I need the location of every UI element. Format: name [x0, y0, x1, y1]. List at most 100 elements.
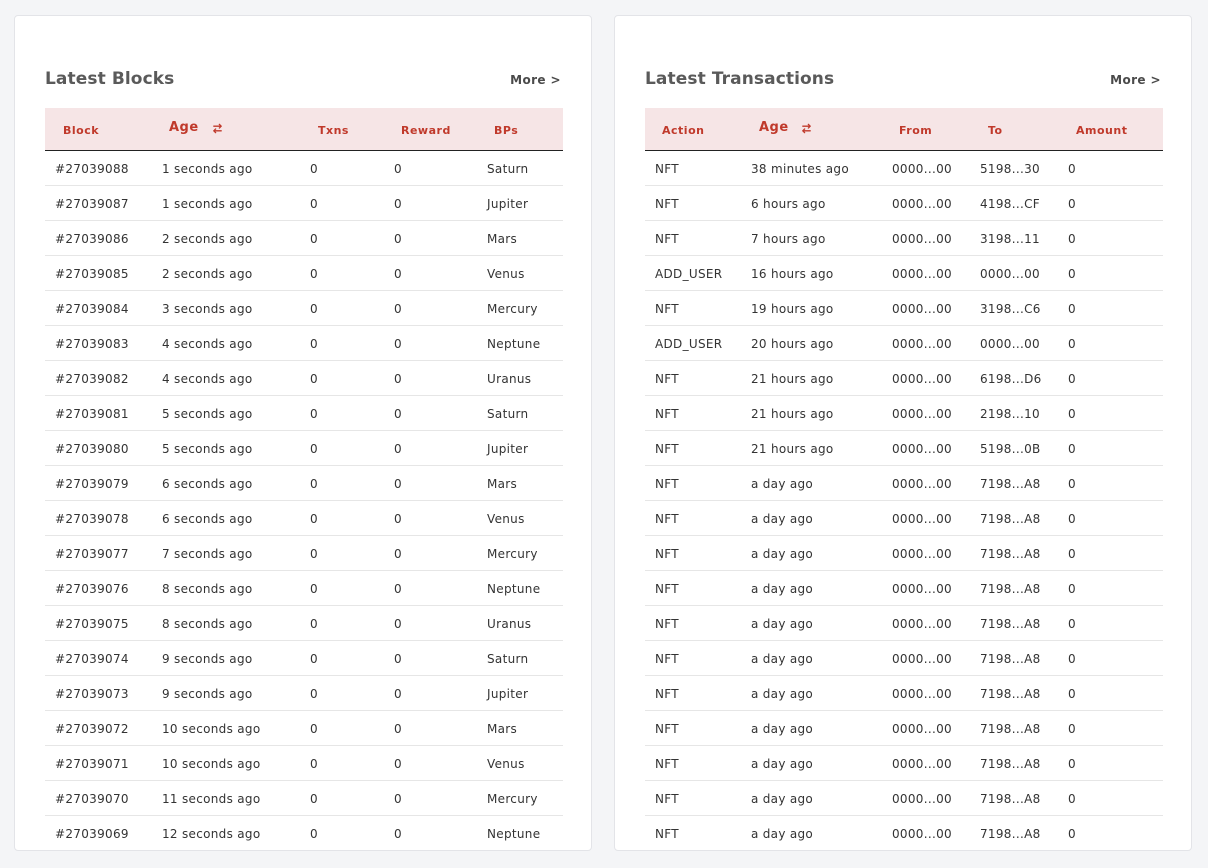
transaction-row[interactable]: NFT a day ago 0000...00 7198...A8 0 [645, 816, 1163, 850]
block-row[interactable]: #27039088 1 seconds ago 0 0 Saturn [45, 151, 563, 186]
block-number-cell[interactable]: #27039071 [55, 757, 129, 771]
block-row[interactable]: #27039079 6 seconds ago 0 0 Mars [45, 466, 563, 501]
block-reward-cell: 0 [394, 512, 402, 526]
block-number-cell[interactable]: #27039072 [55, 722, 129, 736]
block-row[interactable]: #27039069 12 seconds ago 0 0 Neptune [45, 816, 563, 850]
transaction-row[interactable]: NFT 6 hours ago 0000...00 4198...CF 0 [645, 186, 1163, 221]
tx-action-cell[interactable]: NFT [655, 757, 679, 771]
tx-action-cell[interactable]: NFT [655, 652, 679, 666]
block-txns-cell: 0 [310, 827, 318, 841]
swap-arrows-icon[interactable] [211, 122, 224, 135]
block-row[interactable]: #27039083 4 seconds ago 0 0 Neptune [45, 326, 563, 361]
tx-action-cell[interactable]: NFT [655, 477, 679, 491]
block-number-cell[interactable]: #27039075 [55, 617, 129, 631]
transaction-row[interactable]: NFT a day ago 0000...00 7198...A8 0 [645, 536, 1163, 571]
column-header-txns[interactable]: Txns [318, 124, 349, 137]
transaction-row[interactable]: NFT a day ago 0000...00 7198...A8 0 [645, 571, 1163, 606]
block-row[interactable]: #27039073 9 seconds ago 0 0 Jupiter [45, 676, 563, 711]
block-number-cell[interactable]: #27039082 [55, 372, 129, 386]
block-number-cell[interactable]: #27039087 [55, 197, 129, 211]
block-row[interactable]: #27039076 8 seconds ago 0 0 Neptune [45, 571, 563, 606]
tx-action-cell[interactable]: NFT [655, 687, 679, 701]
transaction-row[interactable]: NFT a day ago 0000...00 7198...A8 0 [645, 606, 1163, 641]
transactions-more-link[interactable]: More > [1110, 73, 1161, 87]
column-header-age[interactable]: Age [759, 120, 789, 135]
block-row[interactable]: #27039075 8 seconds ago 0 0 Uranus [45, 606, 563, 641]
tx-action-cell[interactable]: NFT [655, 442, 679, 456]
transaction-row[interactable]: NFT 21 hours ago 0000...00 2198...10 0 [645, 396, 1163, 431]
block-number-cell[interactable]: #27039070 [55, 792, 129, 806]
block-number-cell[interactable]: #27039079 [55, 477, 129, 491]
block-number-cell[interactable]: #27039073 [55, 687, 129, 701]
block-number-cell[interactable]: #27039074 [55, 652, 129, 666]
tx-action-cell[interactable]: NFT [655, 547, 679, 561]
column-header-bps[interactable]: BPs [494, 124, 518, 137]
transaction-row[interactable]: NFT a day ago 0000...00 7198...A8 0 [645, 466, 1163, 501]
block-number-cell[interactable]: #27039078 [55, 512, 129, 526]
block-row[interactable]: #27039070 11 seconds ago 0 0 Mercury [45, 781, 563, 816]
block-number-cell[interactable]: #27039083 [55, 337, 129, 351]
tx-action-cell[interactable]: ADD_USER [655, 267, 722, 281]
tx-action-cell[interactable]: NFT [655, 372, 679, 386]
block-number-cell[interactable]: #27039076 [55, 582, 129, 596]
block-number-cell[interactable]: #27039086 [55, 232, 129, 246]
block-number-cell[interactable]: #27039088 [55, 162, 129, 176]
transaction-row[interactable]: NFT a day ago 0000...00 7198...A8 0 [645, 746, 1163, 781]
tx-action-cell[interactable]: NFT [655, 582, 679, 596]
block-row[interactable]: #27039080 5 seconds ago 0 0 Jupiter [45, 431, 563, 466]
block-row[interactable]: #27039087 1 seconds ago 0 0 Jupiter [45, 186, 563, 221]
transaction-row[interactable]: NFT 7 hours ago 0000...00 3198...11 0 [645, 221, 1163, 256]
block-row[interactable]: #27039078 6 seconds ago 0 0 Venus [45, 501, 563, 536]
block-age-cell: 10 seconds ago [162, 722, 261, 736]
tx-action-cell[interactable]: ADD_USER [655, 337, 722, 351]
tx-action-cell[interactable]: NFT [655, 407, 679, 421]
block-row[interactable]: #27039085 2 seconds ago 0 0 Venus [45, 256, 563, 291]
block-number-cell[interactable]: #27039069 [55, 827, 129, 841]
column-header-to[interactable]: To [988, 124, 1003, 137]
transaction-row[interactable]: NFT 21 hours ago 0000...00 5198...0B 0 [645, 431, 1163, 466]
block-number-cell[interactable]: #27039077 [55, 547, 129, 561]
column-header-from[interactable]: From [899, 124, 932, 137]
tx-action-cell[interactable]: NFT [655, 792, 679, 806]
block-row[interactable]: #27039082 4 seconds ago 0 0 Uranus [45, 361, 563, 396]
tx-action-cell[interactable]: NFT [655, 617, 679, 631]
block-row[interactable]: #27039081 5 seconds ago 0 0 Saturn [45, 396, 563, 431]
transaction-row[interactable]: NFT 21 hours ago 0000...00 6198...D6 0 [645, 361, 1163, 396]
block-row[interactable]: #27039071 10 seconds ago 0 0 Venus [45, 746, 563, 781]
tx-action-cell[interactable]: NFT [655, 302, 679, 316]
swap-arrows-icon[interactable] [800, 122, 813, 135]
block-row[interactable]: #27039074 9 seconds ago 0 0 Saturn [45, 641, 563, 676]
transaction-row[interactable]: NFT a day ago 0000...00 7198...A8 0 [645, 676, 1163, 711]
transaction-row[interactable]: NFT a day ago 0000...00 7198...A8 0 [645, 781, 1163, 816]
transaction-row[interactable]: NFT 19 hours ago 0000...00 3198...C6 0 [645, 291, 1163, 326]
column-header-action[interactable]: Action [662, 124, 704, 137]
block-number-cell[interactable]: #27039081 [55, 407, 129, 421]
column-header-reward[interactable]: Reward [401, 124, 451, 137]
tx-action-cell[interactable]: NFT [655, 232, 679, 246]
block-row[interactable]: #27039077 7 seconds ago 0 0 Mercury [45, 536, 563, 571]
block-age-cell: 5 seconds ago [162, 442, 253, 456]
block-age-cell: 9 seconds ago [162, 687, 253, 701]
transaction-row[interactable]: NFT a day ago 0000...00 7198...A8 0 [645, 501, 1163, 536]
block-txns-cell: 0 [310, 582, 318, 596]
transaction-row[interactable]: NFT a day ago 0000...00 7198...A8 0 [645, 641, 1163, 676]
tx-action-cell[interactable]: NFT [655, 197, 679, 211]
block-row[interactable]: #27039084 3 seconds ago 0 0 Mercury [45, 291, 563, 326]
transaction-row[interactable]: ADD_USER 20 hours ago 0000...00 0000...00 0 [645, 326, 1163, 361]
tx-action-cell[interactable]: NFT [655, 512, 679, 526]
block-number-cell[interactable]: #27039085 [55, 267, 129, 281]
block-row[interactable]: #27039086 2 seconds ago 0 0 Mars [45, 221, 563, 256]
block-row[interactable]: #27039072 10 seconds ago 0 0 Mars [45, 711, 563, 746]
column-header-block[interactable]: Block [63, 124, 99, 137]
block-number-cell[interactable]: #27039084 [55, 302, 129, 316]
tx-action-cell[interactable]: NFT [655, 827, 679, 841]
tx-action-cell[interactable]: NFT [655, 162, 679, 176]
transaction-row[interactable]: ADD_USER 16 hours ago 0000...00 0000...00 0 [645, 256, 1163, 291]
transaction-row[interactable]: NFT a day ago 0000...00 7198...A8 0 [645, 711, 1163, 746]
column-header-amount[interactable]: Amount [1076, 124, 1127, 137]
block-number-cell[interactable]: #27039080 [55, 442, 129, 456]
tx-action-cell[interactable]: NFT [655, 722, 679, 736]
transaction-row[interactable]: NFT 38 minutes ago 0000...00 5198...30 0 [645, 151, 1163, 186]
column-header-age[interactable]: Age [169, 120, 199, 135]
blocks-more-link[interactable]: More > [510, 73, 561, 87]
